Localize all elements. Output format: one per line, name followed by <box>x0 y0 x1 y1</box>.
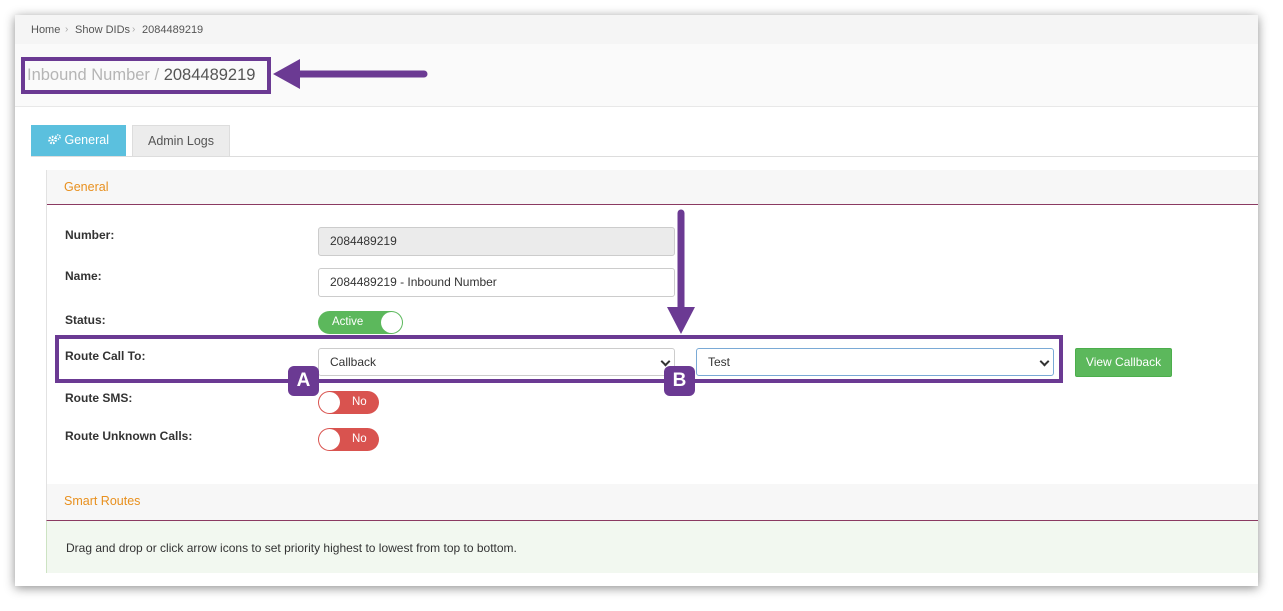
badge-a: A <box>288 366 319 396</box>
annotation-arrows <box>273 59 695 334</box>
down-arrow-icon <box>667 209 695 334</box>
left-arrow-icon <box>273 59 428 89</box>
badge-b: B <box>664 366 695 396</box>
